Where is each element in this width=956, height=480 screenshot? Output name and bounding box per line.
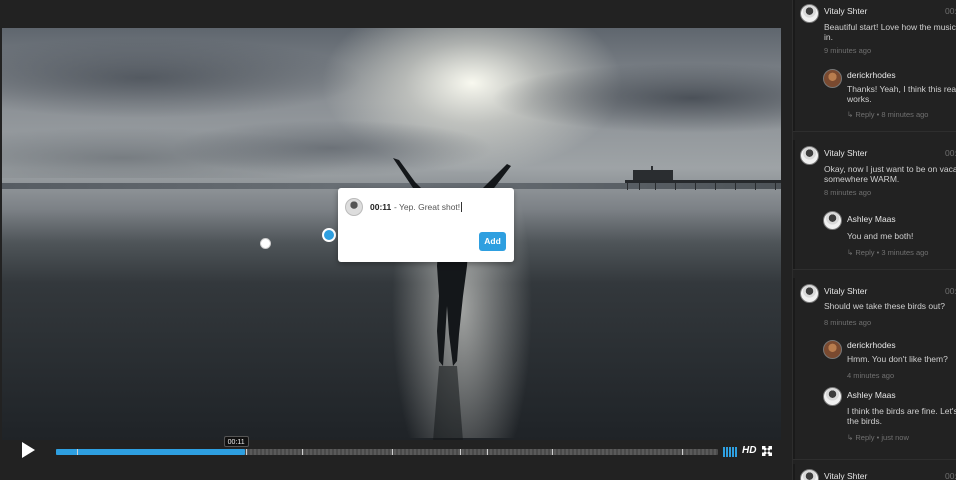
reply-age: 3 minutes ago [881,248,929,257]
reply-meta: ↳ Reply • 8 minutes ago [847,110,929,119]
comment-tick[interactable] [302,449,303,455]
avatar [823,69,842,88]
avatar [800,469,819,480]
comment-input[interactable]: - Yep. Great shot! [394,202,463,212]
hd-toggle[interactable]: HD [742,445,756,456]
comment-tick[interactable] [552,449,553,455]
thread-rail [793,0,795,131]
avatar [800,284,819,303]
pier-silhouette [625,166,781,190]
comment-tick[interactable] [460,449,461,455]
popover-timestamp: 00:11 [370,202,392,212]
active-comment-marker[interactable] [322,228,336,242]
reply-body: You and me both! [847,231,913,241]
text-caret [461,202,463,212]
thread-rail [793,140,795,269]
comments-sidebar: Vitaly Shter 00: Beautiful start! Love h… [792,0,956,480]
comment-thread: Vitaly Shter 00: [793,464,956,480]
reply-link[interactable]: Reply [855,110,874,119]
comment-line: in. [824,32,833,42]
comment-author: Vitaly Shter [824,471,868,480]
thread-rail [793,464,795,480]
comment-timestamp[interactable]: 00: [945,148,956,158]
comment-age: 8 minutes ago [824,188,872,197]
reply-author: derickrhodes [847,340,896,350]
reply-line: Hmm. You don't like them? [847,354,948,364]
reply-line: You and me both! [847,231,914,241]
comment-thread: Vitaly Shter 00: Beautiful start! Love h… [793,0,956,132]
reply-link[interactable]: Reply [855,433,874,442]
progress-bar[interactable] [56,449,718,455]
reply-link[interactable]: Reply [855,248,874,257]
reply-line: the birds. [847,416,882,426]
comment-author: Vitaly Shter [824,6,868,16]
comment-thread: Vitaly Shter 00: Should we take these bi… [793,278,956,460]
comment-tick[interactable] [682,449,683,455]
comment-timestamp[interactable]: 00: [945,6,956,16]
comment-line: Okay, now I just want to be on vacati [824,164,956,174]
comment-marker[interactable] [260,238,271,249]
reply-author: Ashley Maas [847,214,896,224]
comment-tick[interactable] [77,449,78,455]
comment-age: 8 minutes ago [824,318,872,327]
add-button[interactable]: Add [479,232,506,251]
reply-author: derickrhodes [847,70,896,80]
reply-line: Thanks! Yeah, I think this really [847,84,956,94]
comment-tick[interactable] [246,449,247,455]
reply-author: Ashley Maas [847,390,896,400]
avatar [345,198,363,216]
comment-tick[interactable] [392,449,393,455]
comment-line: Should we take these birds out? [824,301,945,311]
play-icon[interactable] [20,441,36,459]
comment-line: somewhere WARM. [824,174,900,184]
reply-age: 8 minutes ago [881,110,929,119]
comment-author: Vitaly Shter [824,148,868,158]
avatar [823,387,842,406]
avatar [800,4,819,23]
comment-age: 9 minutes ago [824,46,872,55]
reply-body: I think the birds are fine. Let's the bi… [847,406,956,426]
video-player: 00:11 - Yep. Great shot! Add 00:11 HD [0,0,792,480]
comment-timestamp[interactable]: 00: [945,471,956,480]
comment-popover: 00:11 - Yep. Great shot! Add [338,188,514,262]
volume-icon[interactable] [723,447,737,457]
time-tooltip: 00:11 [223,436,249,447]
reply-age: 4 minutes ago [847,371,895,380]
progress-fill [56,449,245,455]
comment-body: Should we take these birds out? [824,301,945,311]
comment-tick[interactable] [487,449,488,455]
reply-line: works. [847,94,872,104]
comment-thread: Vitaly Shter 00: Okay, now I just want t… [793,140,956,270]
comment-body: Okay, now I just want to be on vacati so… [824,164,956,184]
comment-author: Vitaly Shter [824,286,868,296]
comment-timestamp[interactable]: 00: [945,286,956,296]
avatar [823,211,842,230]
video-frame[interactable]: 00:11 - Yep. Great shot! Add [2,28,781,440]
reply-body: Hmm. You don't like them? [847,354,948,364]
reply-meta: ↳ Reply • 3 minutes ago [847,248,929,257]
thread-rail [793,278,795,459]
reply-body: Thanks! Yeah, I think this really works. [847,84,956,104]
reply-meta: ↳ Reply • just now [847,433,909,442]
comment-input-text: - Yep. Great shot! [394,202,461,212]
comment-body: Beautiful start! Love how the music s in… [824,22,956,42]
comment-line: Beautiful start! Love how the music s [824,22,956,32]
reply-age: just now [881,433,909,442]
reply-line: I think the birds are fine. Let's [847,406,956,416]
avatar [823,340,842,359]
avatar [800,146,819,165]
fullscreen-icon[interactable] [762,446,772,456]
